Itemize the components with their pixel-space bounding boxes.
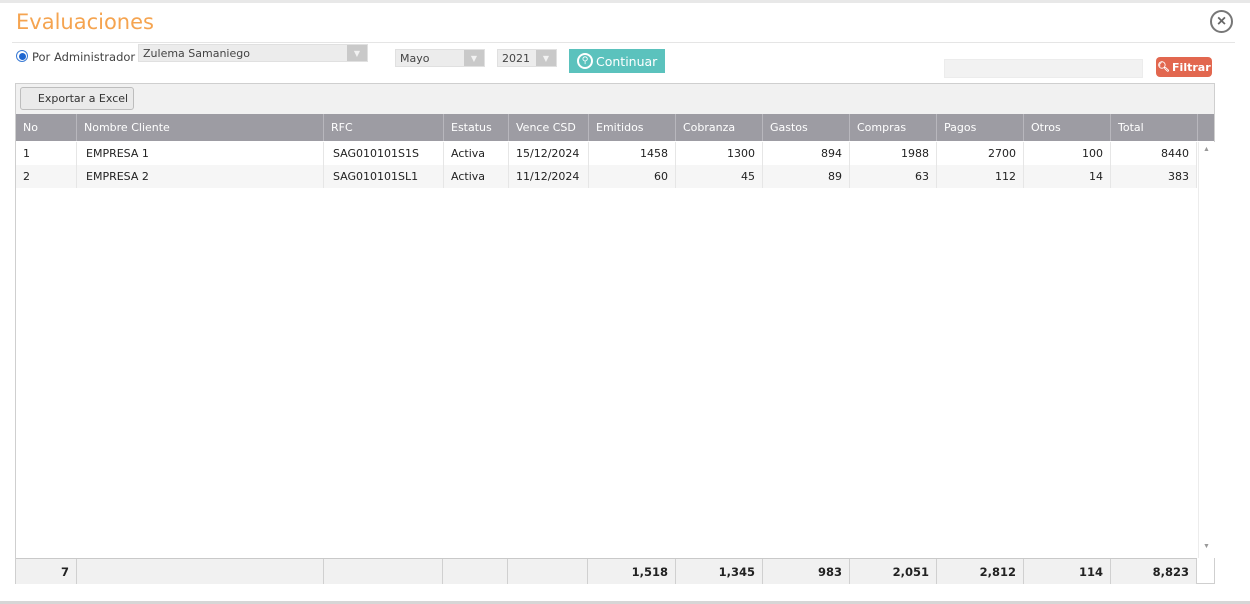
- cell-no: 1: [16, 142, 77, 165]
- footer-total-gastos: 983: [763, 559, 850, 584]
- title-divider: [12, 42, 1235, 43]
- cell-no: 2: [16, 165, 77, 188]
- footer-cell: [443, 559, 508, 584]
- footer-cell: [508, 559, 588, 584]
- column-header-compras[interactable]: Compras: [850, 114, 937, 141]
- cell-cobranza: 1300: [676, 142, 763, 165]
- column-header-total[interactable]: Total: [1111, 114, 1198, 141]
- table-row[interactable]: 1 EMPRESA 1 SAG010101S1S Activa 15/12/20…: [16, 142, 1197, 165]
- cell-rfc: SAG010101SL1: [324, 165, 444, 188]
- column-header-otros[interactable]: Otros: [1024, 114, 1111, 141]
- filter-button-label: Filtrar: [1172, 60, 1211, 74]
- column-header-gastos[interactable]: Gastos: [763, 114, 850, 141]
- filter-button[interactable]: 🔍︎ Filtrar: [1156, 57, 1212, 77]
- cell-pagos: 2700: [937, 142, 1024, 165]
- footer-total-cobranza: 1,345: [676, 559, 763, 584]
- year-select[interactable]: 2021 ▼: [497, 49, 557, 67]
- column-header-emitidos[interactable]: Emitidos: [589, 114, 676, 141]
- cell-compras: 63: [850, 165, 937, 188]
- column-header-pagos[interactable]: Pagos: [937, 114, 1024, 141]
- month-select-value: Mayo: [400, 52, 430, 65]
- footer-total-emitidos: 1,518: [588, 559, 676, 584]
- cell-gastos: 894: [763, 142, 850, 165]
- cell-emitidos: 60: [589, 165, 676, 188]
- close-icon[interactable]: ×: [1210, 10, 1233, 33]
- table-footer: 7 1,518 1,345 983 2,051 2,812 114 8,823: [16, 558, 1197, 584]
- scroll-down-icon[interactable]: ▼: [1203, 543, 1210, 550]
- cell-total: 8440: [1111, 142, 1197, 165]
- cell-cobranza: 45: [676, 165, 763, 188]
- column-header-nombre-cliente[interactable]: Nombre Cliente: [77, 114, 324, 141]
- cell-nombre-cliente: EMPRESA 1: [77, 142, 324, 165]
- cell-compras: 1988: [850, 142, 937, 165]
- continue-button-label: Continuar: [596, 53, 658, 69]
- radio-dot: [18, 52, 26, 60]
- table-header: No Nombre Cliente RFC Estatus Vence CSD …: [16, 114, 1214, 141]
- month-select[interactable]: Mayo ▼: [395, 49, 485, 67]
- cell-otros: 100: [1024, 142, 1111, 165]
- chevron-down-icon: ▼: [464, 50, 484, 66]
- vertical-scrollbar[interactable]: ▲ ▼: [1198, 142, 1215, 558]
- search-icon: 🔍︎: [1157, 61, 1171, 73]
- footer-total-otros: 114: [1024, 559, 1111, 584]
- cell-pagos: 112: [937, 165, 1024, 188]
- cell-vence-csd: 15/12/2024: [509, 142, 589, 165]
- footer-cell: [77, 559, 324, 584]
- search-input[interactable]: [944, 59, 1143, 78]
- footer-cell: [324, 559, 443, 584]
- cell-estatus: Activa: [444, 165, 509, 188]
- admin-radio-label: Por Administrador: [32, 50, 136, 64]
- column-header-cobranza[interactable]: Cobranza: [676, 114, 763, 141]
- column-header-vence-csd[interactable]: Vence CSD: [509, 114, 589, 141]
- cell-total: 383: [1111, 165, 1197, 188]
- cell-rfc: SAG010101S1S: [324, 142, 444, 165]
- page-title: Evaluaciones: [16, 10, 154, 34]
- cell-gastos: 89: [763, 165, 850, 188]
- footer-count: 7: [16, 559, 77, 584]
- footer-total-total: 8,823: [1111, 559, 1197, 584]
- cell-nombre-cliente: EMPRESA 2: [77, 165, 324, 188]
- footer-total-pagos: 2,812: [937, 559, 1024, 584]
- cell-estatus: Activa: [444, 142, 509, 165]
- admin-select-value: Zulema Samaniego: [143, 47, 250, 60]
- results-grid: Exportar a Excel No Nombre Cliente RFC E…: [15, 83, 1215, 584]
- column-header-rfc[interactable]: RFC: [324, 114, 444, 141]
- admin-radio[interactable]: [16, 50, 28, 62]
- admin-select[interactable]: Zulema Samaniego ▼: [138, 44, 368, 62]
- continue-button[interactable]: ⚲ Continuar: [569, 49, 665, 73]
- cell-emitidos: 1458: [589, 142, 676, 165]
- year-select-value: 2021: [502, 52, 530, 65]
- cell-vence-csd: 11/12/2024: [509, 165, 589, 188]
- column-header-no[interactable]: No: [16, 114, 77, 141]
- search-icon: ⚲: [577, 53, 593, 69]
- column-header-estatus[interactable]: Estatus: [444, 114, 509, 141]
- chevron-down-icon: ▼: [347, 45, 367, 61]
- export-excel-button[interactable]: Exportar a Excel: [20, 87, 134, 110]
- table-row[interactable]: 2 EMPRESA 2 SAG010101SL1 Activa 11/12/20…: [16, 165, 1197, 188]
- scroll-up-icon[interactable]: ▲: [1203, 146, 1210, 153]
- footer-total-compras: 2,051: [850, 559, 937, 584]
- top-strip: [0, 0, 1250, 3]
- cell-otros: 14: [1024, 165, 1111, 188]
- grid-toolbar: Exportar a Excel: [16, 84, 1214, 114]
- chevron-down-icon: ▼: [536, 50, 556, 66]
